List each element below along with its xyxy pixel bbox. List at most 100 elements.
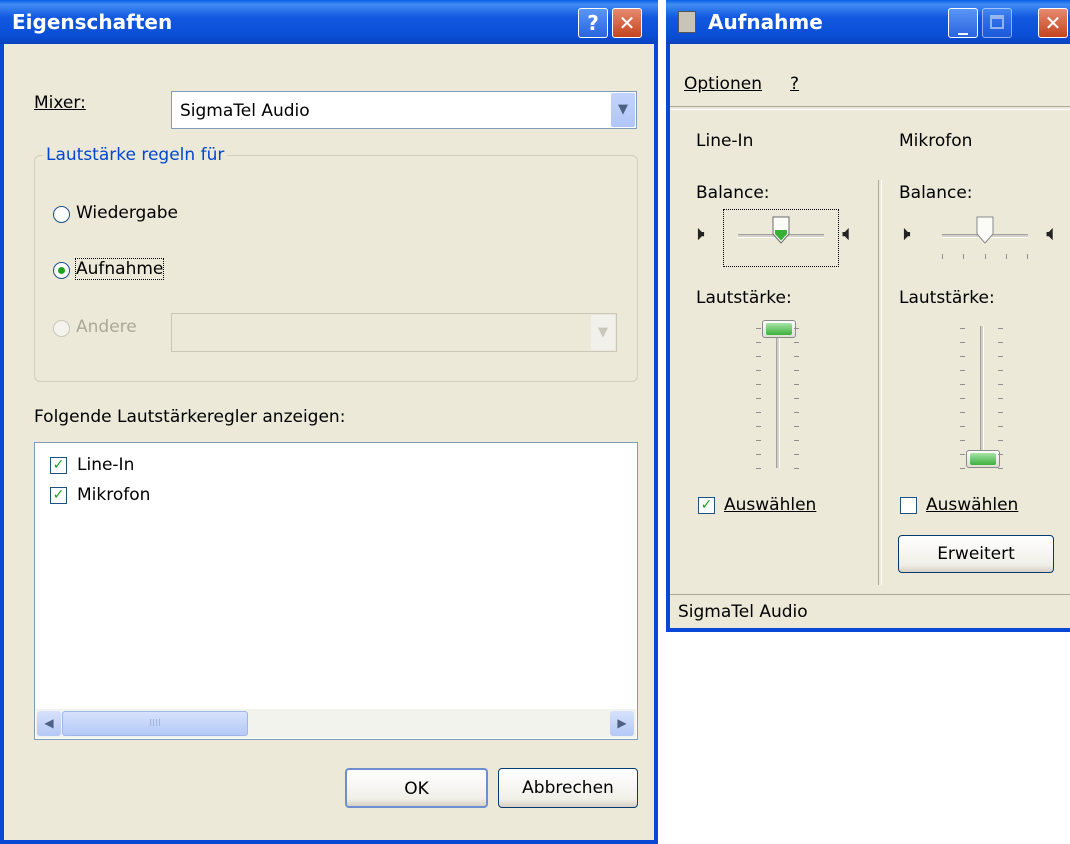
select-checkbox-line-in[interactable]: ✓ (698, 497, 715, 514)
speaker-left-icon: 🕨 (898, 221, 911, 245)
volume-thumb-mikrofon[interactable] (966, 450, 1000, 468)
slider-tick (998, 412, 1003, 413)
chevron-down-icon: ▼ (591, 315, 615, 350)
select-label-line-in-text: Auswählen (724, 495, 817, 515)
volume-thumb-line-in[interactable] (762, 320, 796, 338)
menu-help[interactable]: ? (790, 74, 799, 94)
balance-tick (963, 254, 964, 259)
check-mark: ✓ (52, 487, 65, 503)
window-frame (0, 44, 4, 844)
list-item-line-in[interactable]: Line-In (77, 455, 134, 475)
checkbox-mikrofon[interactable]: ✓ (50, 487, 67, 504)
slider-tick (998, 328, 1003, 329)
volume-label-line-in: Lautstärke: (696, 288, 792, 308)
window-frame (0, 840, 658, 844)
radio-playback[interactable] (53, 206, 70, 223)
maximize-icon (990, 15, 1004, 29)
cancel-label: Abbrechen (522, 778, 614, 798)
chevron-down-icon[interactable]: ▼ (611, 93, 635, 127)
checkbox-line-in[interactable]: ✓ (50, 457, 67, 474)
radio-recording[interactable] (53, 262, 70, 279)
balance-tick (1006, 254, 1007, 259)
slider-tick (794, 440, 799, 441)
horizontal-scrollbar[interactable]: ◀ IIII ▶ (36, 709, 636, 738)
slider-tick (960, 328, 965, 329)
help-button[interactable]: ? (578, 8, 608, 38)
column-name-line-in: Line-In (696, 131, 754, 151)
slider-tick (756, 384, 761, 385)
close-button[interactable]: ✕ (1038, 8, 1068, 38)
slider-tick (998, 454, 1003, 455)
slider-tick (998, 440, 1003, 441)
slider-tick (756, 328, 761, 329)
slider-tick (756, 398, 761, 399)
menu-options[interactable]: Optionen (684, 74, 762, 94)
balance-tick (1027, 254, 1028, 259)
radio-other[interactable] (53, 320, 70, 337)
scroll-left-button[interactable]: ◀ (37, 711, 61, 736)
cancel-button[interactable]: Abbrechen (498, 768, 638, 808)
slider-tick (960, 370, 965, 371)
volume-track (776, 326, 780, 468)
close-button[interactable]: ✕ (612, 8, 642, 38)
check-mark: ✓ (700, 497, 713, 513)
volume-slider-line-in[interactable] (742, 320, 814, 472)
mixer-select[interactable]: SigmaTel Audio ▼ (171, 91, 637, 129)
balance-ticks (942, 254, 1028, 259)
select-label-line-in[interactable]: Auswählen (724, 495, 816, 515)
scroll-thumb[interactable]: IIII (62, 711, 248, 736)
maximize-button[interactable] (982, 8, 1012, 38)
ok-button[interactable]: OK (345, 768, 488, 808)
slider-tick (756, 342, 761, 343)
slider-tick (794, 370, 799, 371)
status-text: SigmaTel Audio (678, 602, 808, 622)
balance-label-line-in: Balance: (696, 183, 770, 203)
menu-help-label: ? (790, 74, 800, 94)
mixer-label-text: Mixer: (34, 93, 86, 113)
properties-titlebar[interactable]: Eigenschaften ? ✕ (0, 0, 658, 44)
slider-tick (960, 398, 965, 399)
balance-thumb-mikrofon[interactable] (976, 216, 994, 244)
controls-list[interactable]: ✓ Line-In ✓ Mikrofon ◀ IIII ▶ (34, 442, 638, 740)
ok-label: OK (404, 779, 429, 799)
slider-tick (794, 356, 799, 357)
slider-tick (794, 384, 799, 385)
slider-tick (998, 398, 1003, 399)
volume-slider-mikrofon[interactable] (946, 320, 1018, 472)
list-item-mikrofon[interactable]: Mikrofon (77, 485, 150, 505)
scroll-right-button[interactable]: ▶ (610, 711, 634, 736)
radio-playback-label[interactable]: Wiedergabe (76, 203, 178, 223)
column-divider (878, 180, 882, 585)
slider-tick (998, 468, 1003, 469)
slider-tick (756, 356, 761, 357)
slider-tick (998, 356, 1003, 357)
volume-thumb-grip (766, 323, 792, 335)
balance-slider-mikrofon[interactable] (928, 210, 1042, 266)
speaker-right-icon: 🕨 (842, 221, 855, 245)
window-frame (654, 44, 658, 844)
slider-tick (756, 440, 761, 441)
column-name-mikrofon: Mikrofon (899, 131, 973, 151)
speaker-right-icon: 🕨 (1046, 221, 1059, 245)
balance-thumb-line-in[interactable] (772, 216, 790, 244)
volume-track (980, 326, 984, 468)
properties-title: Eigenschaften (12, 10, 173, 34)
scroll-grip-icon: IIII (149, 718, 161, 729)
dropdown-arrow: ▼ (598, 325, 608, 340)
select-checkbox-mikrofon[interactable] (900, 497, 917, 514)
slider-tick (756, 426, 761, 427)
slider-tick (794, 426, 799, 427)
radio-recording-label[interactable]: Aufnahme (74, 258, 165, 280)
properties-dialog: Eigenschaften ? ✕ Mixer: SigmaTel Audio … (0, 0, 658, 844)
menu-separator (670, 106, 1070, 110)
slider-tick (960, 454, 965, 455)
advanced-button[interactable]: Erweitert (898, 535, 1054, 573)
slider-tick (960, 342, 965, 343)
show-controls-label: Folgende Lautstärkeregler anzeigen: (34, 407, 346, 427)
recording-titlebar[interactable]: Aufnahme _ ✕ (666, 0, 1070, 44)
balance-tick (942, 254, 943, 259)
select-label-mikrofon[interactable]: Auswählen (926, 495, 1018, 515)
slider-tick (960, 384, 965, 385)
minimize-button[interactable]: _ (948, 8, 978, 38)
balance-slider-line-in[interactable] (723, 209, 839, 267)
